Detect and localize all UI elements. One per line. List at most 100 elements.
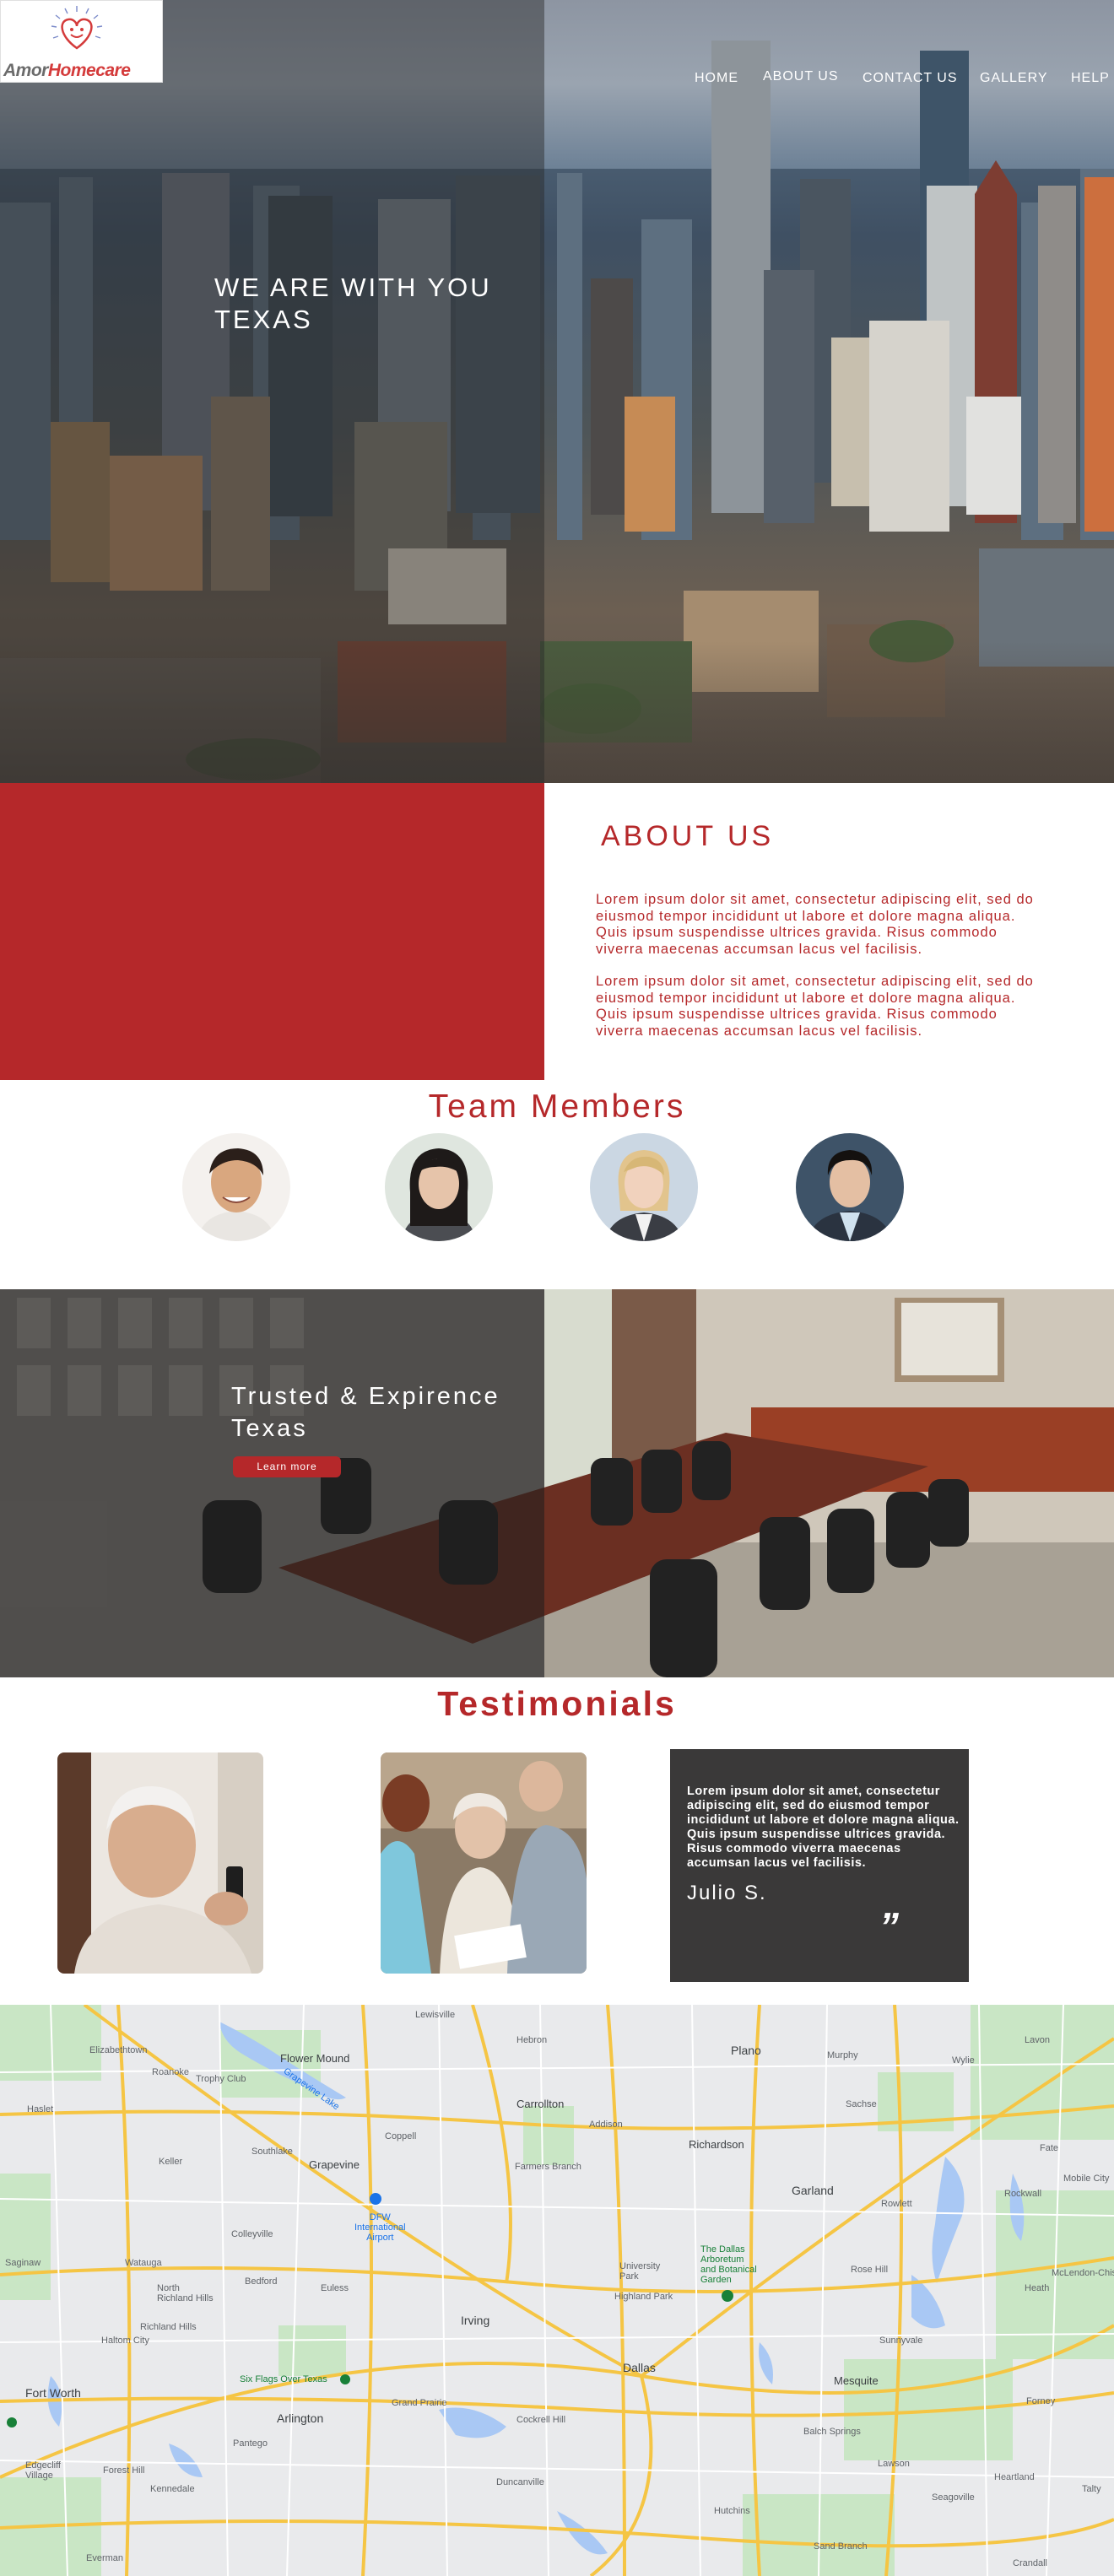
map-label: University Park (619, 2261, 661, 2282)
map-label: Fort Worth (25, 2386, 81, 2400)
map-label: Cockrell Hill (516, 2415, 566, 2425)
map-label: Wylie (952, 2055, 975, 2066)
map-label: Seagoville (932, 2492, 975, 2503)
map-label: Pantego (233, 2438, 268, 2449)
map-label: Trophy Club (196, 2074, 246, 2084)
map-label: Dallas (623, 2361, 656, 2374)
map-label: Sachse (846, 2099, 877, 2109)
zoo-pin-icon[interactable] (7, 2417, 17, 2427)
testimonial-quote-card: Lorem ipsum dolor sit amet, consectetur … (670, 1749, 969, 1982)
about-paragraph-1: Lorem ipsum dolor sit amet, consectetur … (596, 892, 1034, 957)
map-label: Flower Mound (280, 2052, 350, 2065)
six-flags-pin-icon[interactable] (340, 2374, 350, 2384)
hero-left-overlay (0, 0, 544, 783)
map-label: Mobile City (1063, 2174, 1110, 2184)
map-label: Rowlett (881, 2199, 912, 2209)
map-label: Sand Branch (814, 2541, 868, 2552)
map-label: Lavon (1025, 2035, 1050, 2045)
heart-logo-icon (51, 6, 103, 50)
hero-section (0, 0, 1114, 783)
map-label: Rose Hill (851, 2265, 889, 2275)
map-label: Haslet (27, 2104, 54, 2114)
nav-home[interactable]: HOME (695, 71, 738, 86)
team-member-2-avatar (385, 1133, 493, 1241)
nav-help[interactable]: HELP (1071, 71, 1110, 86)
map-label: Watauga (125, 2258, 162, 2268)
testimonial-photo-1 (57, 1752, 263, 1974)
map-label: Plano (731, 2044, 761, 2057)
map-label: North Richland Hills (157, 2283, 214, 2303)
airport-pin-icon[interactable] (370, 2193, 381, 2205)
team-member-3-avatar (590, 1133, 698, 1241)
map-label: Coppell (385, 2131, 417, 2141)
map-label: Edgecliff Village (25, 2460, 61, 2481)
map-label: Hutchins (714, 2506, 750, 2516)
map-label: Six Flags Over Texas (240, 2374, 327, 2384)
map-label: Farmers Branch (515, 2162, 581, 2172)
testimonials-heading: Testimonials (437, 1684, 677, 1723)
about-heading: ABOUT US (601, 820, 775, 852)
map-label: Roanoke (152, 2067, 190, 2077)
testimonial-author: Julio S. (687, 1882, 767, 1904)
map-label: Haltom City (101, 2336, 149, 2346)
quote-mark-icon: ” (879, 1904, 899, 1948)
map-label: Colleyville (231, 2229, 273, 2239)
map-embed[interactable]: Lewisville Elizabethtown Flower Mound Tr… (0, 2005, 1114, 2576)
elderly-man-phone-image (57, 1752, 263, 1974)
map-label: Kennedale (150, 2484, 195, 2494)
map-label: Fate (1040, 2143, 1059, 2153)
map-label: Addison (589, 2120, 623, 2130)
hero-title-line1: WE ARE WITH YOU (214, 273, 492, 302)
about-paragraph-2: Lorem ipsum dolor sit amet, consectetur … (596, 974, 1034, 1039)
testimonial-quote-text: Lorem ipsum dolor sit amet, consectetur … (687, 1785, 960, 1870)
person-avatar-icon (182, 1133, 290, 1241)
nav-gallery[interactable]: GALLERY (980, 71, 1048, 86)
map-label: Heath (1025, 2283, 1050, 2293)
map-label: McLendon-Chisholm (1052, 2268, 1114, 2278)
map-label: Forest Hill (103, 2465, 145, 2476)
nav-about-us[interactable]: ABOUT US (763, 69, 839, 84)
trusted-left-overlay (0, 1289, 544, 1677)
hero-title: WE ARE WITH YOU TEXAS (214, 272, 492, 336)
map-label: Sunnyvale (879, 2336, 923, 2346)
map-label: Lawson (878, 2459, 910, 2469)
map-label: Lewisville (415, 2010, 456, 2020)
nav-contact-us[interactable]: CONTACT US (863, 71, 958, 86)
garden-pin-icon[interactable] (722, 2290, 733, 2302)
map-label: Carrollton (516, 2098, 565, 2110)
map-label: Murphy (827, 2050, 858, 2060)
trusted-section (0, 1289, 1114, 1677)
map-label: Balch Springs (803, 2427, 861, 2437)
map-label: Arlington (277, 2411, 324, 2425)
trusted-title-line1: Trusted & Expirence (231, 1383, 500, 1410)
testimonial-photo-2 (381, 1752, 587, 1974)
main-nav: HOME ABOUT US CONTACT US GALLERY HELP (0, 69, 1114, 89)
map-label: Saginaw (5, 2258, 41, 2268)
family-with-caregiver-image (381, 1752, 587, 1974)
map-label: Grapevine (309, 2158, 360, 2171)
team-member-4-avatar (796, 1133, 904, 1241)
map-label: Talty (1082, 2484, 1101, 2494)
map-label: Rockwall (1004, 2189, 1042, 2199)
map-label: Crandall (1013, 2558, 1047, 2568)
map-label: Elizabethtown (89, 2045, 148, 2055)
map-label: Irving (461, 2314, 490, 2327)
map-label: Hebron (516, 2035, 548, 2045)
hero-title-line2: TEXAS (214, 305, 313, 334)
map-label: DFW International Airport (354, 2212, 406, 2243)
trusted-title-line2: Texas (231, 1415, 308, 1442)
about-color-block (0, 783, 544, 1080)
map-label: Richland Hills (140, 2322, 197, 2332)
map-label: The Dallas Arboretum and Botanical Garde… (700, 2244, 757, 2285)
learn-more-button[interactable]: Learn more (233, 1456, 341, 1477)
person-avatar-icon (796, 1133, 904, 1241)
person-avatar-icon (590, 1133, 698, 1241)
trusted-title: Trusted & Expirence Texas (231, 1380, 500, 1445)
map-label: Duncanville (496, 2477, 544, 2487)
person-avatar-icon (385, 1133, 493, 1241)
map-label: Grand Prairie (392, 2398, 447, 2408)
map-label: Forney (1026, 2396, 1056, 2406)
team-heading: Team Members (428, 1088, 686, 1125)
map-label: Heartland (994, 2472, 1035, 2482)
map-label: Highland Park (614, 2292, 673, 2302)
